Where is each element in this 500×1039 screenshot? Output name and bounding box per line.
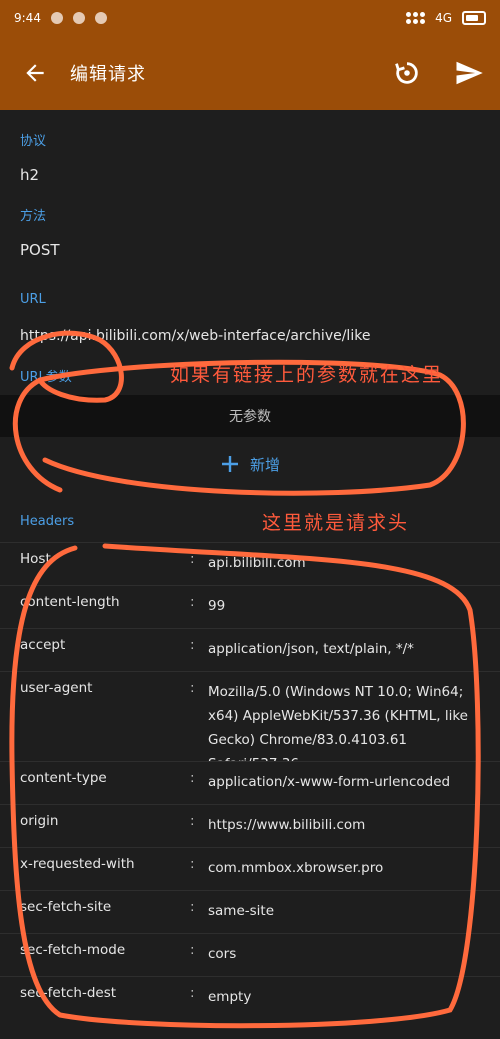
header-separator: : (190, 594, 195, 610)
header-key: Host (20, 551, 51, 567)
header-value: empty (208, 989, 252, 1005)
send-button[interactable] (438, 36, 500, 110)
header-separator: : (190, 856, 195, 872)
protocol-label: 协议 (20, 134, 47, 149)
url-value[interactable]: https://api.bilibili.com/x/web-interface… (20, 328, 370, 344)
url-label: URL (20, 292, 46, 307)
header-key: x-requested-with (20, 856, 135, 872)
header-key: origin (20, 813, 59, 829)
history-icon (395, 62, 418, 84)
add-param-button[interactable]: 新增 (0, 442, 500, 486)
status-bar: 9:44 4G (0, 0, 500, 36)
header-row[interactable]: content-type : application/x-www-form-ur… (0, 761, 500, 804)
headers-annotation-text: 这里就是请求头 (262, 512, 410, 534)
header-key: sec-fetch-dest (20, 985, 117, 1001)
header-row[interactable]: origin : https://www.bilibili.com (0, 804, 500, 847)
notification-icon (72, 12, 85, 24)
header-row[interactable]: content-length : 99 (0, 585, 500, 628)
history-button[interactable] (376, 36, 438, 110)
status-time: 9:44 (14, 11, 41, 25)
method-value[interactable]: POST (20, 241, 60, 259)
params-annotation-text: 如果有链接上的参数就在这里 (170, 364, 444, 386)
header-row[interactable]: x-requested-with : com.mmbox.xbrowser.pr… (0, 847, 500, 890)
notification-icon (50, 12, 63, 24)
signal-dots-icon (406, 12, 426, 24)
header-key: content-length (20, 594, 120, 610)
header-row[interactable]: user-agent : Mozilla/5.0 (Windows NT 10.… (0, 671, 500, 761)
header-value: application/x-www-form-urlencoded (208, 774, 451, 790)
app-bar: 编辑请求 (0, 36, 500, 110)
notification-icon (94, 12, 107, 24)
header-row[interactable]: sec-fetch-dest : empty (0, 976, 500, 1019)
header-value: application/json, text/plain, */* (208, 641, 414, 657)
header-separator: : (190, 942, 195, 958)
page-title: 编辑请求 (70, 64, 146, 85)
battery-icon (462, 11, 486, 25)
no-params-text: 无参数 (229, 409, 271, 425)
add-label: 新增 (249, 455, 280, 474)
header-separator: : (190, 770, 195, 786)
header-value: com.mmbox.xbrowser.pro (208, 860, 384, 876)
status-left: 9:44 (14, 11, 107, 25)
header-separator: : (190, 637, 195, 653)
back-button[interactable] (0, 36, 70, 110)
url-params-empty: 无参数 (0, 395, 500, 437)
header-row[interactable]: sec-fetch-site : same-site (0, 890, 500, 933)
header-value: same-site (208, 903, 275, 919)
request-editor: 协议 h2 方法 POST URL https://api.bilibili.c… (0, 110, 500, 1039)
method-label: 方法 (20, 209, 47, 224)
header-value: 99 (208, 598, 226, 614)
header-separator: : (190, 899, 195, 915)
header-row[interactable]: Host : api.bilibili.com (0, 542, 500, 585)
header-separator: : (190, 680, 195, 696)
header-key: sec-fetch-mode (20, 942, 126, 958)
header-value: https://www.bilibili.com (208, 817, 366, 833)
header-value: cors (208, 946, 237, 962)
url-params-label: URL参数 (20, 370, 72, 385)
header-key: content-type (20, 770, 107, 786)
header-row[interactable]: sec-fetch-mode : cors (0, 933, 500, 976)
status-right: 4G (406, 11, 486, 25)
arrow-left-icon (26, 64, 44, 82)
header-value: Mozilla/5.0 (Windows NT 10.0; Win64; x64… (208, 684, 468, 761)
plus-icon (221, 456, 238, 472)
protocol-value[interactable]: h2 (20, 166, 39, 184)
header-value: api.bilibili.com (208, 555, 306, 571)
header-separator: : (190, 813, 195, 829)
header-key: user-agent (20, 680, 93, 696)
header-row[interactable]: accept : application/json, text/plain, *… (0, 628, 500, 671)
headers-label: Headers (20, 514, 75, 529)
header-separator: : (190, 551, 195, 567)
network-type: 4G (435, 11, 452, 25)
header-key: accept (20, 637, 66, 653)
send-icon (456, 61, 483, 85)
header-key: sec-fetch-site (20, 899, 112, 915)
header-separator: : (190, 985, 195, 1001)
